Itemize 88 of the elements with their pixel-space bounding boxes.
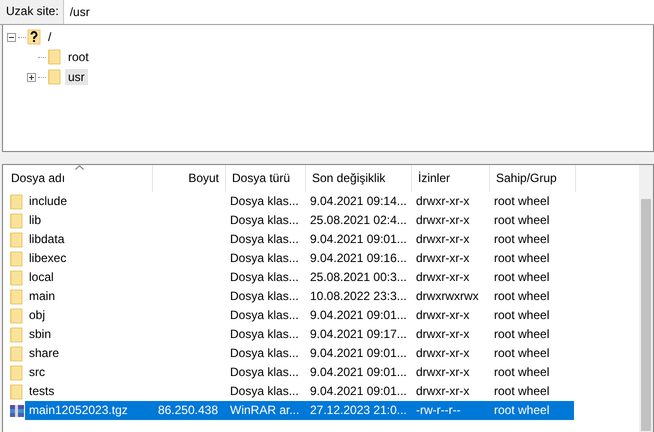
file-name[interactable]: include <box>29 194 68 208</box>
table-cell: root wheel <box>494 270 550 284</box>
archive-icon <box>9 402 25 418</box>
table-cell: Dosya klas... <box>230 194 299 208</box>
table-cell: Dosya klas... <box>230 308 299 322</box>
column-header[interactable]: Boyut <box>153 165 226 192</box>
folder-icon <box>9 384 25 400</box>
folder-icon <box>9 270 25 286</box>
table-cell: drwxr-xr-x <box>416 270 470 284</box>
file-name[interactable]: src <box>29 365 45 379</box>
file-name[interactable]: lib <box>29 213 42 227</box>
table-cell: Dosya klas... <box>230 346 299 360</box>
table-cell: 9.04.2021 09:01... <box>310 365 407 379</box>
tree-item[interactable]: / <box>45 29 54 45</box>
table-cell: drwxr-xr-x <box>416 194 470 208</box>
table-cell: root wheel <box>494 346 550 360</box>
question-folder-icon <box>27 29 41 45</box>
folder-icon <box>9 232 25 248</box>
folder-icon <box>9 346 25 362</box>
table-cell: Dosya klas... <box>230 232 299 246</box>
table-cell: 9.04.2021 09:17... <box>310 327 407 341</box>
table-cell: 9.04.2021 09:01... <box>310 232 407 246</box>
table-cell: 9.04.2021 09:14... <box>310 194 407 208</box>
table-cell: root wheel <box>494 384 550 398</box>
file-name[interactable]: tests <box>29 384 54 398</box>
column-header[interactable]: İzinler <box>412 165 490 192</box>
folder-icon <box>9 364 25 380</box>
table-cell: drwxr-xr-x <box>416 384 470 398</box>
tree-item[interactable]: root <box>65 49 92 65</box>
folder-icon <box>9 250 25 266</box>
table-cell: 25.08.2021 02:4... <box>310 213 407 227</box>
table-cell: drwxr-xr-x <box>416 251 470 265</box>
table-cell: drwxr-xr-x <box>416 346 470 360</box>
table-cell: root wheel <box>494 308 550 322</box>
table-cell: root wheel <box>494 403 550 417</box>
table-cell: root wheel <box>494 327 550 341</box>
table-cell: drwxr-xr-x <box>416 308 470 322</box>
scrollbar[interactable] <box>639 165 653 432</box>
table-cell: Dosya klas... <box>230 213 299 227</box>
column-header[interactable]: Son değişiklik <box>306 165 412 192</box>
table-cell: root wheel <box>494 232 550 246</box>
file-name[interactable]: libdata <box>29 232 64 246</box>
table-cell: root wheel <box>494 289 550 303</box>
file-name[interactable]: obj <box>29 308 46 322</box>
table-cell: Dosya klas... <box>230 289 299 303</box>
folder-icon <box>47 69 61 85</box>
file-name[interactable]: main <box>29 289 56 303</box>
table-cell: drwxr-xr-x <box>416 213 470 227</box>
column-header[interactable]: Dosya adı <box>5 165 153 192</box>
table-cell: Dosya klas... <box>230 270 299 284</box>
folder-icon <box>9 194 25 210</box>
table-cell: Dosya klas... <box>230 365 299 379</box>
table-cell: root wheel <box>494 194 550 208</box>
table-cell: drwxr-xr-x <box>416 232 470 246</box>
table-cell: Dosya klas... <box>230 327 299 341</box>
folder-icon <box>9 288 25 304</box>
file-name[interactable]: sbin <box>29 327 52 341</box>
table-cell: 9.04.2021 09:16... <box>310 251 407 265</box>
table-cell: Dosya klas... <box>230 384 299 398</box>
table-cell: root wheel <box>494 365 550 379</box>
file-name[interactable]: libexec <box>29 251 66 265</box>
table-cell: drwxr-xr-x <box>416 327 470 341</box>
table-cell: -rw-r--r-- <box>416 403 461 417</box>
table-cell: 25.08.2021 00:3... <box>310 270 407 284</box>
table-cell: drwxr-xr-x <box>416 365 470 379</box>
tree-item[interactable]: usr <box>65 69 88 85</box>
table-cell: 10.08.2022 23:3... <box>310 289 407 303</box>
table-cell: 27.12.2023 21:0... <box>310 403 407 417</box>
table-cell: root wheel <box>494 213 550 227</box>
folder-icon <box>9 326 25 342</box>
table-cell: drwxrwxrwx <box>416 289 479 303</box>
table-cell: 9.04.2021 09:01... <box>310 384 407 398</box>
address-field[interactable]: /usr <box>64 0 654 24</box>
collapse-icon[interactable] <box>7 32 17 42</box>
table-cell: root wheel <box>494 251 550 265</box>
folder-icon <box>47 49 61 65</box>
expand-icon[interactable] <box>27 72 37 82</box>
table-cell: WinRAR ar... <box>230 403 300 417</box>
column-header[interactable]: Dosya türü <box>226 165 306 192</box>
table-cell: 9.04.2021 09:01... <box>310 308 407 322</box>
file-name[interactable]: share <box>29 346 60 360</box>
table-cell: 86.250.438 <box>158 403 218 417</box>
table-cell: Dosya klas... <box>230 251 299 265</box>
file-name[interactable]: local <box>29 270 54 284</box>
folder-icon <box>9 212 25 228</box>
table-cell: 9.04.2021 09:01... <box>310 346 407 360</box>
folder-icon <box>9 308 25 324</box>
column-header[interactable]: Sahip/Grup <box>490 165 576 192</box>
